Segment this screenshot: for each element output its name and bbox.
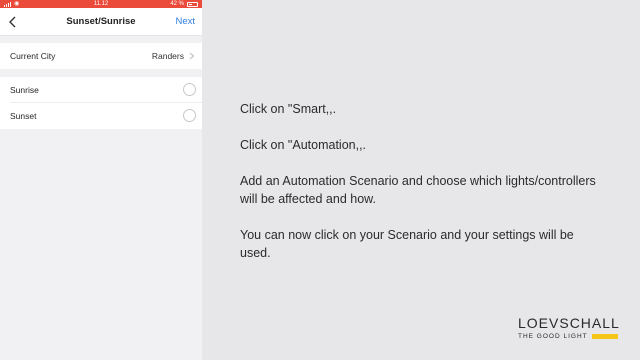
current-city-value: Randers — [151, 51, 184, 61]
logo-tagline: THE GOOD LIGHT — [518, 333, 588, 340]
option-label: Sunrise — [10, 85, 39, 95]
phone-screen: ◉ 11.12 42 % Sunset/Sunrise Next Current… — [0, 0, 202, 360]
instruction-step-1: Click on "Smart,,. — [240, 102, 337, 116]
screen: ◉ 11.12 42 % Sunset/Sunrise Next Current… — [0, 0, 640, 360]
option-sunset-row[interactable]: Sunset — [0, 103, 202, 129]
option-label: Sunset — [10, 111, 37, 121]
logo-accent-bar-icon — [591, 334, 618, 339]
current-city-row[interactable]: Current City Randers — [0, 43, 202, 69]
battery-percent: 42 % — [170, 1, 184, 7]
sunset-radio[interactable] — [183, 109, 196, 122]
option-sunrise-row[interactable]: Sunrise — [0, 77, 202, 103]
battery-icon — [187, 1, 198, 7]
instruction-step-3: Add an Automation Scenario and choose wh… — [240, 174, 596, 206]
page-title: Sunset/Sunrise — [66, 16, 136, 27]
sunrise-radio[interactable] — [183, 83, 196, 96]
trigger-options-group: Sunrise Sunset — [0, 77, 202, 129]
instruction-step-2: Click on "Automation,,. — [240, 138, 367, 152]
instruction-step-4: You can now click on your Scenario and y… — [240, 228, 574, 260]
logo-name: LOEVSCHALL — [518, 315, 620, 331]
instructions-panel: Click on "Smart,,. Click on "Automation,… — [240, 100, 600, 280]
battery-indicator: 42 % — [170, 0, 198, 8]
logo-tagline-row: THE GOOD LIGHT — [518, 333, 620, 340]
brand-logo: LOEVSCHALL THE GOOD LIGHT — [518, 316, 620, 342]
status-bar: ◉ 11.12 42 % — [0, 0, 202, 8]
current-city-label: Current City — [10, 51, 56, 61]
chevron-right-icon — [189, 52, 195, 60]
city-group: Current City Randers — [0, 43, 202, 69]
navigation-bar: Sunset/Sunrise Next — [0, 8, 202, 36]
next-button[interactable]: Next — [175, 16, 195, 27]
